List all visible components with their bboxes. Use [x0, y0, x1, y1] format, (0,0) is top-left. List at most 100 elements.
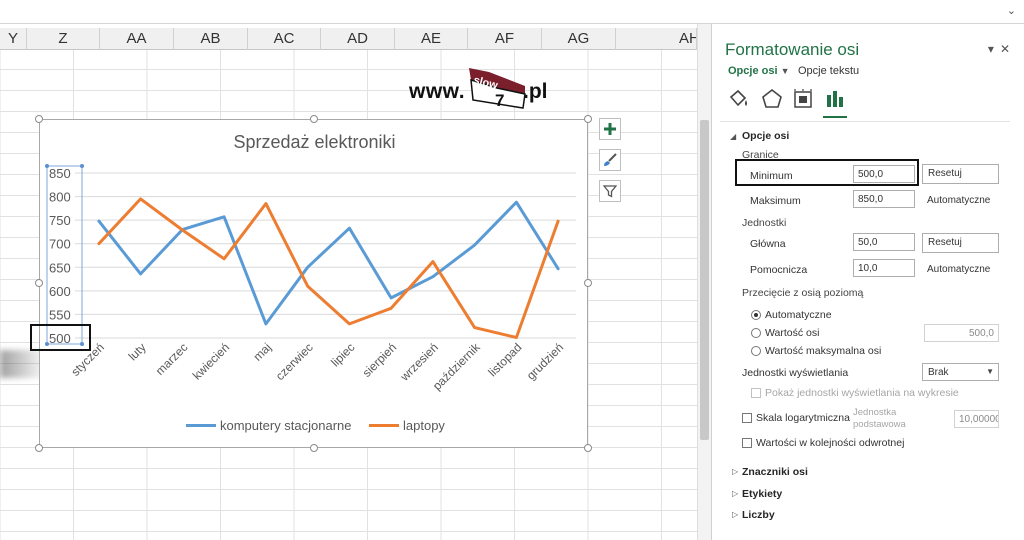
major-unit-reset-button[interactable]: Resetuj [922, 233, 999, 253]
chart-filters-button[interactable] [599, 180, 621, 202]
column-header-ab[interactable]: AB [174, 28, 248, 50]
y-tick-label: 600 [49, 284, 71, 299]
crossing-max-radio[interactable] [751, 346, 761, 356]
formula-bar[interactable]: ⌄ [0, 0, 1024, 24]
units-heading: Jednostki [742, 217, 787, 229]
log-scale-label[interactable]: Skala logarytmiczna [756, 412, 850, 424]
y-tick-label: 750 [49, 213, 71, 228]
x-tick-label: luty [126, 340, 149, 363]
legend-label: komputery stacjonarne [220, 418, 352, 433]
resize-handle-right[interactable] [584, 279, 592, 287]
resize-handle-bottom-right[interactable] [584, 444, 592, 452]
filter-icon [603, 185, 617, 198]
column-header-y[interactable]: Y [0, 28, 27, 50]
section-numbers[interactable]: Liczby [742, 509, 775, 521]
column-header-z[interactable]: Z [27, 28, 100, 50]
pane-options-chevron-icon[interactable]: ▾ [988, 42, 1000, 56]
tab-dropdown-icon: ▼ [780, 66, 790, 76]
column-header-ah[interactable]: AH [616, 28, 697, 50]
show-display-units-label: Pokaż jednostki wyświetlania na wykresie [765, 387, 959, 399]
reverse-order-label[interactable]: Wartości w kolejności odwrotnej [756, 437, 904, 449]
column-header-af[interactable]: AF [468, 28, 542, 50]
x-tick-label: marzec [153, 340, 191, 378]
y-tick-label: 850 [49, 166, 71, 181]
expand-triangle-icon[interactable]: ▷ [732, 510, 738, 519]
display-units-dropdown[interactable]: Brak ▼ [922, 363, 999, 381]
expand-triangle-icon[interactable]: ▷ [732, 467, 738, 476]
major-unit-label: Główna [750, 238, 786, 250]
axis-label-highlight-box [30, 324, 91, 351]
chart-styles-button[interactable] [599, 149, 621, 171]
resize-handle-top-right[interactable] [584, 115, 592, 123]
chart-plot-area[interactable]: 850800750700650600550500styczeń luty marze… [40, 120, 589, 449]
tab-axis-options[interactable]: Opcje osi ▼ [728, 65, 790, 77]
tab-axis-options-label: Opcje osi [728, 65, 778, 77]
column-header-ad[interactable]: AD [321, 28, 395, 50]
log-base-input[interactable]: 10,00000 [954, 410, 999, 428]
formula-bar-expand-icon[interactable]: ⌄ [1007, 4, 1016, 17]
display-units-value: Brak [928, 367, 949, 378]
section-axis-options[interactable]: Opcje osi [742, 130, 789, 142]
resize-handle-top[interactable] [310, 115, 318, 123]
crossing-value-input[interactable]: 500,0 [924, 324, 999, 342]
crossing-value-label[interactable]: Wartość osi [765, 327, 819, 339]
major-unit-input[interactable]: 50,0 [853, 233, 915, 251]
resize-handle-bottom-left[interactable] [35, 444, 43, 452]
maximum-auto-label: Automatyczne [927, 195, 991, 206]
legend-item-desktops[interactable]: komputery stacjonarne [186, 418, 352, 433]
collapse-triangle-icon[interactable]: ◢ [730, 132, 736, 141]
vertical-scrollbar[interactable] [697, 24, 711, 540]
column-header-ac[interactable]: AC [248, 28, 321, 50]
axis-selection-handle [45, 164, 49, 168]
minimum-highlight-box [735, 159, 919, 186]
x-tick-label: lipiec [328, 340, 357, 369]
axis-selection-handle [80, 164, 84, 168]
legend-swatch [186, 424, 216, 427]
minimum-reset-button[interactable]: Resetuj [922, 164, 999, 184]
fill-line-icon[interactable] [727, 87, 751, 111]
x-tick-label: listopad [485, 340, 524, 379]
section-labels[interactable]: Etykiety [742, 488, 782, 500]
expand-triangle-icon[interactable]: ▷ [732, 489, 738, 498]
minor-unit-label: Pomocnicza [750, 264, 808, 276]
line-chart[interactable]: Sprzedaż elektroniki 850 800 750 700 650 600 5… [39, 119, 588, 448]
show-display-units-checkbox[interactable] [751, 388, 761, 398]
log-base-label-line1: Jednostka [853, 407, 897, 418]
logo-badge-icon: slow 7 [469, 68, 526, 110]
crossing-auto-label[interactable]: Automatyczne [765, 309, 832, 321]
maximum-input[interactable]: 850,0 [853, 190, 915, 208]
x-tick-label: kwiecień [190, 340, 232, 382]
log-base-label-line2: podstawowa [853, 419, 906, 430]
logo-prefix: www. [409, 80, 466, 103]
resize-handle-top-left[interactable] [35, 115, 43, 123]
effects-pentagon-icon[interactable] [760, 87, 784, 111]
column-header-ae[interactable]: AE [395, 28, 468, 50]
axis-options-bar-chart-icon[interactable] [823, 87, 847, 111]
tab-text-options[interactable]: Opcje tekstu [798, 65, 859, 77]
logo-suffix: .pl [523, 80, 548, 103]
reverse-order-checkbox[interactable] [742, 438, 752, 448]
x-tick-label: maj [250, 340, 274, 364]
minor-unit-input[interactable]: 10,0 [853, 259, 915, 277]
crossing-auto-radio[interactable] [751, 310, 761, 320]
scrollbar-thumb[interactable] [700, 120, 709, 440]
pane-controls: ▾✕ [988, 42, 1016, 56]
section-tick-marks[interactable]: Znaczniki osi [742, 466, 808, 478]
resize-handle-bottom[interactable] [310, 444, 318, 452]
column-header-ag[interactable]: AG [542, 28, 616, 50]
legend-item-laptops[interactable]: laptopy [369, 418, 445, 433]
crossing-value-radio[interactable] [751, 328, 761, 338]
dropdown-arrow-icon: ▼ [986, 367, 994, 376]
crossing-max-label[interactable]: Wartość maksymalna osi [765, 345, 881, 357]
legend-label: laptopy [403, 418, 445, 433]
format-axis-pane: Formatowanie osi ▾✕ Opcje osi ▼ Opcje te… [711, 24, 1024, 540]
chart-elements-button[interactable] [599, 118, 621, 140]
y-tick-label: 700 [49, 237, 71, 252]
logo-badge-number: 7 [495, 91, 504, 110]
size-properties-icon[interactable] [791, 87, 815, 111]
resize-handle-left[interactable] [35, 279, 43, 287]
column-header-aa[interactable]: AA [100, 28, 174, 50]
paintbrush-icon [604, 153, 617, 166]
close-pane-icon[interactable]: ✕ [1000, 42, 1016, 56]
log-scale-checkbox[interactable] [742, 413, 752, 423]
